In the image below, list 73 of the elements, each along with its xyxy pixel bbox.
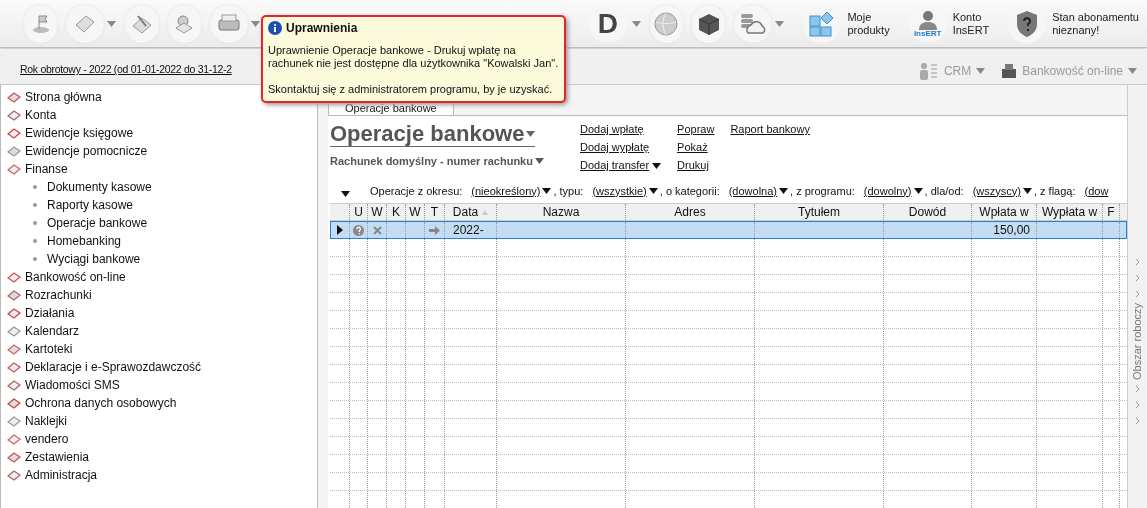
- column-header[interactable]: U: [350, 204, 368, 220]
- column-header[interactable]: Tytułem: [755, 204, 884, 220]
- page-title[interactable]: Operacje bankowe: [330, 122, 536, 147]
- column-header[interactable]: Data: [445, 204, 497, 220]
- sidebar-item[interactable]: Ewidencje księgowe: [7, 124, 317, 142]
- filter-label: , o kategorii:: [659, 183, 720, 199]
- action-link[interactable]: Dodaj wpłatę: [580, 122, 662, 137]
- account-button[interactable]: InsERT Konto InsERT: [908, 4, 990, 43]
- brand-label: InsERT: [913, 29, 942, 38]
- sidebar-subitem[interactable]: Dokumenty kasowe: [7, 178, 317, 196]
- filter-label: , typu:: [553, 183, 584, 199]
- action-link[interactable]: Drukuj: [677, 158, 715, 173]
- products-button[interactable]: Moje produkty: [803, 4, 890, 43]
- filter-dropdown[interactable]: (wszystkie): [592, 182, 658, 200]
- column-header[interactable]: W: [368, 204, 387, 220]
- sidebar-subitem[interactable]: Operacje bankowe: [7, 214, 317, 232]
- column-header[interactable]: W: [406, 204, 425, 220]
- sidebar-item[interactable]: Konta: [7, 106, 317, 124]
- button-label: produkty: [847, 23, 890, 37]
- filter-dropdown[interactable]: (wszyscy): [972, 182, 1032, 200]
- button-label: nieznany!: [1052, 23, 1101, 37]
- button-label: Moje: [847, 10, 873, 24]
- tooltip-hint: Skontaktuj się z administratorem programu, by je uzyskać.: [268, 83, 554, 96]
- button-label: Konto: [952, 10, 983, 24]
- account-selector[interactable]: Rachunek domyślny - numer rachunku: [330, 153, 580, 170]
- subscription-button[interactable]: Stan abonamentu nieznany!: [1008, 4, 1139, 43]
- sidebar-subitem[interactable]: Homebanking: [7, 232, 317, 250]
- sidebar-item[interactable]: Zestawienia: [7, 448, 317, 466]
- tooltip-message: Uprawnienie Operacje bankowe - Drukuj wpłatę na rachunek nie jest dostępne dla użytkownika "Kowalski Jan".: [268, 44, 559, 70]
- table-row[interactable]: 2022- 150,00: [330, 221, 1127, 239]
- sidebar-item[interactable]: Rozrachunki: [7, 286, 317, 304]
- column-header[interactable]: Wpłata w: [972, 204, 1037, 220]
- sidebar-item[interactable]: Kartoteki: [7, 340, 317, 358]
- sidebar-item[interactable]: Administracja: [7, 466, 317, 484]
- action-link[interactable]: Raport bankowy: [730, 122, 810, 137]
- action-link[interactable]: Pokaż: [677, 140, 715, 155]
- filter-dropdown[interactable]: (nieokreślony): [471, 182, 552, 200]
- workspace-panel[interactable]: Obszar roboczy: [1127, 85, 1147, 508]
- tooltip-title: Uprawnienia: [286, 21, 358, 35]
- table-cell-text: 2022-: [452, 222, 485, 239]
- fiscal-year-link[interactable]: Rok obrotowy - 2022 (od 01-01-2022 do 31-12-2: [20, 62, 232, 78]
- filter-dropdown[interactable]: (dowolny): [863, 182, 923, 200]
- column-header[interactable]: Adres: [626, 204, 755, 220]
- filter-dropdown[interactable]: (dow: [1084, 182, 1109, 200]
- filter-dropdown[interactable]: (dowolna): [728, 182, 788, 200]
- button-label: InsERT: [952, 23, 990, 37]
- sidebar-item[interactable]: Naklejki: [7, 412, 317, 430]
- filter-label: , dla/od:: [924, 183, 964, 199]
- column-header[interactable]: Wypłata w: [1037, 204, 1103, 220]
- action-link[interactable]: Dodaj wypłatę: [580, 140, 662, 155]
- button-label: Stan abonamentu: [1052, 10, 1139, 24]
- sidebar-item[interactable]: Działania: [7, 304, 317, 322]
- column-header[interactable]: K: [387, 204, 406, 220]
- sidebar-item[interactable]: Finanse: [7, 160, 317, 178]
- column-header[interactable]: T: [425, 204, 445, 220]
- sidebar-item[interactable]: Deklaracje i e-Sprawozdawczość: [7, 358, 317, 376]
- filter-label: , z programu:: [790, 183, 855, 199]
- sidebar-item[interactable]: Ochrona danych osobowych: [7, 394, 317, 412]
- column-header[interactable]: Dowód: [884, 204, 972, 220]
- action-link[interactable]: Dodaj transfer: [580, 158, 662, 173]
- sidebar-item[interactable]: Bankowość on-line: [7, 268, 317, 286]
- sidebar-item[interactable]: Kalendarz: [7, 322, 317, 340]
- sidebar-subitem[interactable]: Wyciągi bankowe: [7, 250, 317, 268]
- action-link[interactable]: Popraw: [677, 122, 715, 137]
- column-header[interactable]: F: [1103, 204, 1120, 220]
- filter-label: Operacje z okresu:: [370, 183, 463, 199]
- sidebar-item[interactable]: Wiadomości SMS: [7, 376, 317, 394]
- sidebar-item[interactable]: Ewidencje pomocnicze: [7, 142, 317, 160]
- sidebar-subitem[interactable]: Raporty kasowe: [7, 196, 317, 214]
- column-header[interactable]: Nazwa: [497, 204, 626, 220]
- table-cell-text: 150,00: [993, 222, 1030, 239]
- filter-label: , z flagą:: [1033, 183, 1076, 199]
- sidebar-item[interactable]: vendero: [7, 430, 317, 448]
